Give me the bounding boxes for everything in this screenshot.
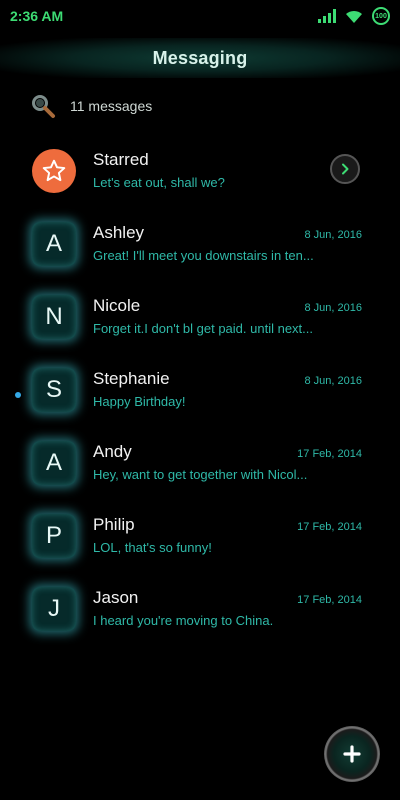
contact-name: Ashley — [93, 223, 145, 242]
starred-item[interactable]: Starred Let's eat out, shall we? — [0, 140, 400, 213]
message-date: 17 Feb, 2014 — [297, 521, 362, 533]
unread-indicator — [15, 392, 21, 398]
contact-name: Philip — [93, 515, 135, 534]
status-bar: 2:36 AM 100 — [0, 0, 400, 32]
conversation-item[interactable]: A Ashley 8 Jun, 2016 Great! I'll meet yo… — [0, 213, 400, 286]
message-preview: Great! I'll meet you downstairs in ten..… — [93, 248, 314, 263]
status-time: 2:36 AM — [10, 8, 64, 24]
message-preview: LOL, that's so funny! — [93, 540, 212, 555]
new-message-button[interactable] — [324, 726, 380, 782]
message-date: 8 Jun, 2016 — [304, 229, 363, 241]
message-date: 8 Jun, 2016 — [304, 302, 363, 314]
conversation-item[interactable]: S Stephanie 8 Jun, 2016 Happy Birthday! — [0, 359, 400, 432]
conversation-item[interactable]: N Nicole 8 Jun, 2016 Forget it.I don't b… — [0, 286, 400, 359]
search-icon[interactable] — [30, 93, 56, 119]
message-date: 17 Feb, 2014 — [297, 594, 362, 606]
app-header: Messaging — [0, 38, 400, 78]
conversation-list: Starred Let's eat out, shall we? A Ashle… — [0, 140, 400, 651]
message-count: 11 messages — [70, 98, 153, 114]
page-title: Messaging — [152, 47, 248, 68]
starred-avatar — [32, 149, 76, 193]
avatar: A — [32, 441, 76, 485]
plus-icon — [343, 745, 361, 763]
message-preview: Hey, want to get together with Nicol... — [93, 467, 308, 482]
star-icon — [42, 159, 66, 182]
wifi-icon — [346, 10, 362, 23]
avatar: P — [32, 514, 76, 558]
starred-label: Starred — [93, 150, 149, 169]
search-bar[interactable]: 11 messages — [30, 92, 152, 120]
chevron-right-icon — [342, 163, 349, 175]
contact-name: Nicole — [93, 296, 141, 315]
starred-open-button[interactable] — [330, 154, 360, 184]
conversation-item[interactable]: J Jason 17 Feb, 2014 I heard you're movi… — [0, 578, 400, 651]
contact-name: Andy — [93, 442, 132, 461]
avatar: S — [32, 368, 76, 412]
avatar: N — [32, 295, 76, 339]
contact-name: Stephanie — [93, 369, 170, 388]
status-icons: 100 — [318, 7, 390, 25]
messaging-screen: 2:36 AM 100 Messaging 11 messages Starre… — [0, 0, 400, 800]
message-date: 8 Jun, 2016 — [304, 375, 363, 387]
battery-icon: 100 — [372, 7, 390, 25]
avatar: J — [32, 587, 76, 631]
conversation-item[interactable]: P Philip 17 Feb, 2014 LOL, that's so fun… — [0, 505, 400, 578]
message-preview: Forget it.I don't bl get paid. until nex… — [93, 321, 313, 336]
contact-name: Jason — [93, 588, 139, 607]
conversation-item[interactable]: A Andy 17 Feb, 2014 Hey, want to get tog… — [0, 432, 400, 505]
battery-level: 100 — [375, 12, 387, 20]
signal-icon — [318, 9, 336, 23]
starred-preview: Let's eat out, shall we? — [93, 175, 225, 190]
message-preview: I heard you're moving to China. — [93, 613, 274, 628]
avatar: A — [32, 222, 76, 266]
message-date: 17 Feb, 2014 — [297, 448, 362, 460]
message-preview: Happy Birthday! — [93, 394, 186, 409]
